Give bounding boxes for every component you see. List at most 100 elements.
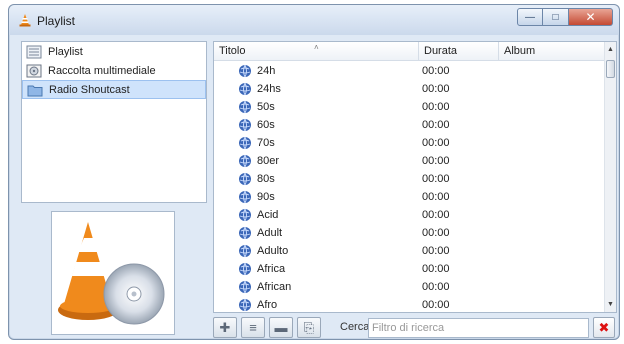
- row-duration: 00:00: [422, 137, 450, 149]
- playlist-icon: [26, 45, 42, 58]
- add-button[interactable]: ✚: [213, 317, 237, 338]
- minus-icon: ▬: [274, 320, 288, 335]
- column-header-duration[interactable]: Durata: [419, 42, 499, 61]
- stream-globe-icon: [239, 298, 251, 312]
- table-row[interactable]: 80s 00:00: [214, 170, 606, 188]
- stream-globe-icon: [239, 100, 251, 114]
- table-row[interactable]: 80er 00:00: [214, 152, 606, 170]
- table-row[interactable]: Afro 00:00: [214, 296, 606, 312]
- stream-globe-icon: [239, 190, 251, 204]
- sidebar-item-radio-shoutcast[interactable]: Radio Shoutcast: [22, 80, 206, 99]
- stream-globe-icon: [239, 226, 251, 240]
- sidebar-item-playlist[interactable]: Playlist: [22, 42, 206, 61]
- title-bar[interactable]: Playlist — □ ✕: [9, 5, 619, 35]
- playlist-toolbar: ✚ ≡ ▬ ⎘ Cerca ✖: [213, 317, 617, 339]
- stream-globe-icon: [239, 154, 251, 168]
- sidebar-item-label: Radio Shoutcast: [49, 83, 130, 96]
- stream-globe-icon: [239, 262, 251, 276]
- media-library-icon: [26, 64, 42, 77]
- table-row[interactable]: Adulto 00:00: [214, 242, 606, 260]
- column-header-album[interactable]: Album: [499, 42, 606, 61]
- row-title: Acid: [257, 209, 279, 221]
- stream-globe-icon: [239, 244, 251, 258]
- row-title: 50s: [257, 101, 275, 113]
- row-title: Adult: [257, 227, 283, 239]
- window-controls: — □ ✕: [517, 8, 613, 26]
- column-header-title[interactable]: Titolo ˄: [214, 42, 419, 61]
- table-header: Titolo ˄ Durata Album: [214, 42, 606, 61]
- table-row[interactable]: Acid 00:00: [214, 206, 606, 224]
- radio-folder-icon: [27, 85, 43, 96]
- row-title: 70s: [257, 137, 275, 149]
- row-title: 24hs: [257, 83, 281, 95]
- vlc-cone-icon: [19, 14, 31, 27]
- minimize-button[interactable]: —: [517, 8, 543, 26]
- row-title: African: [257, 281, 292, 293]
- sidebar-item-label: Playlist: [48, 45, 83, 58]
- window-title: Playlist: [37, 14, 76, 28]
- sidebar-item-label: Raccolta multimediale: [48, 64, 156, 77]
- row-title: 90s: [257, 191, 275, 203]
- search-label: Cerca: [340, 321, 370, 333]
- row-duration: 00:00: [422, 209, 450, 221]
- row-duration: 00:00: [422, 281, 450, 293]
- table-row[interactable]: Africa 00:00: [214, 260, 606, 278]
- scroll-up-icon[interactable]: ▲: [607, 46, 614, 53]
- row-title: Africa: [257, 263, 286, 275]
- table-row[interactable]: 24hs 00:00: [214, 80, 606, 98]
- table-rows: 24h 00:00 24hs 00:00 50s 00:00 60s 00:00…: [214, 62, 606, 312]
- table-row[interactable]: 50s 00:00: [214, 98, 606, 116]
- row-duration: 00:00: [422, 119, 450, 131]
- row-title: Afro: [257, 299, 278, 311]
- scroll-down-icon[interactable]: ▼: [607, 301, 614, 308]
- row-title: 60s: [257, 119, 275, 131]
- row-duration: 00:00: [422, 83, 450, 95]
- row-duration: 00:00: [422, 101, 450, 113]
- album-art-placeholder: [51, 211, 175, 335]
- sort-ascending-icon: ˄: [314, 43, 319, 52]
- table-row[interactable]: 90s 00:00: [214, 188, 606, 206]
- document-icon: ⎘: [303, 319, 315, 335]
- row-duration: 00:00: [422, 191, 450, 203]
- table-row[interactable]: 70s 00:00: [214, 134, 606, 152]
- stream-globe-icon: [239, 118, 251, 132]
- stream-globe-icon: [239, 280, 251, 294]
- sidebar: Playlist Raccolta multimediale Radio Sho…: [21, 41, 207, 203]
- table-row[interactable]: 24h 00:00: [214, 62, 606, 80]
- table-row[interactable]: 60s 00:00: [214, 116, 606, 134]
- row-duration: 00:00: [422, 173, 450, 185]
- row-duration: 00:00: [422, 245, 450, 257]
- stream-globe-icon: [239, 136, 251, 150]
- table-row[interactable]: African 00:00: [214, 278, 606, 296]
- vlc-logo-icon: [58, 222, 165, 325]
- maximize-button[interactable]: □: [543, 8, 569, 26]
- stream-globe-icon: [239, 64, 251, 78]
- row-duration: 00:00: [422, 227, 450, 239]
- playlist-window: Playlist — □ ✕ Playlist Raccolta multime…: [8, 4, 620, 340]
- clear-x-icon: ✖: [598, 319, 610, 335]
- table-row[interactable]: Adult 00:00: [214, 224, 606, 242]
- remove-button[interactable]: ▬: [269, 317, 293, 338]
- sidebar-item-media-library[interactable]: Raccolta multimediale: [22, 61, 206, 80]
- scrollbar-thumb[interactable]: [606, 60, 615, 78]
- row-duration: 00:00: [422, 65, 450, 77]
- row-title: 80s: [257, 173, 275, 185]
- row-duration: 00:00: [422, 263, 450, 275]
- stream-globe-icon: [239, 172, 251, 186]
- vertical-scrollbar[interactable]: ▲ ▼: [604, 42, 616, 312]
- stream-globe-icon: [239, 208, 251, 222]
- search-input[interactable]: [368, 318, 589, 338]
- stream-globe-icon: [239, 82, 251, 96]
- row-title: 24h: [257, 65, 276, 77]
- column-header-label: Titolo: [219, 45, 246, 57]
- close-button[interactable]: ✕: [569, 8, 613, 26]
- row-title: 80er: [257, 155, 280, 167]
- row-title: Adulto: [257, 245, 289, 257]
- row-duration: 00:00: [422, 155, 450, 167]
- info-button[interactable]: ⎘: [297, 317, 321, 338]
- list-icon: ≡: [249, 320, 257, 335]
- playlist-table: Titolo ˄ Durata Album 24h 00:00 24hs 00:…: [213, 41, 617, 313]
- clear-search-button[interactable]: ✖: [593, 317, 615, 338]
- plus-icon: ✚: [219, 319, 231, 335]
- view-mode-button[interactable]: ≡: [241, 317, 265, 338]
